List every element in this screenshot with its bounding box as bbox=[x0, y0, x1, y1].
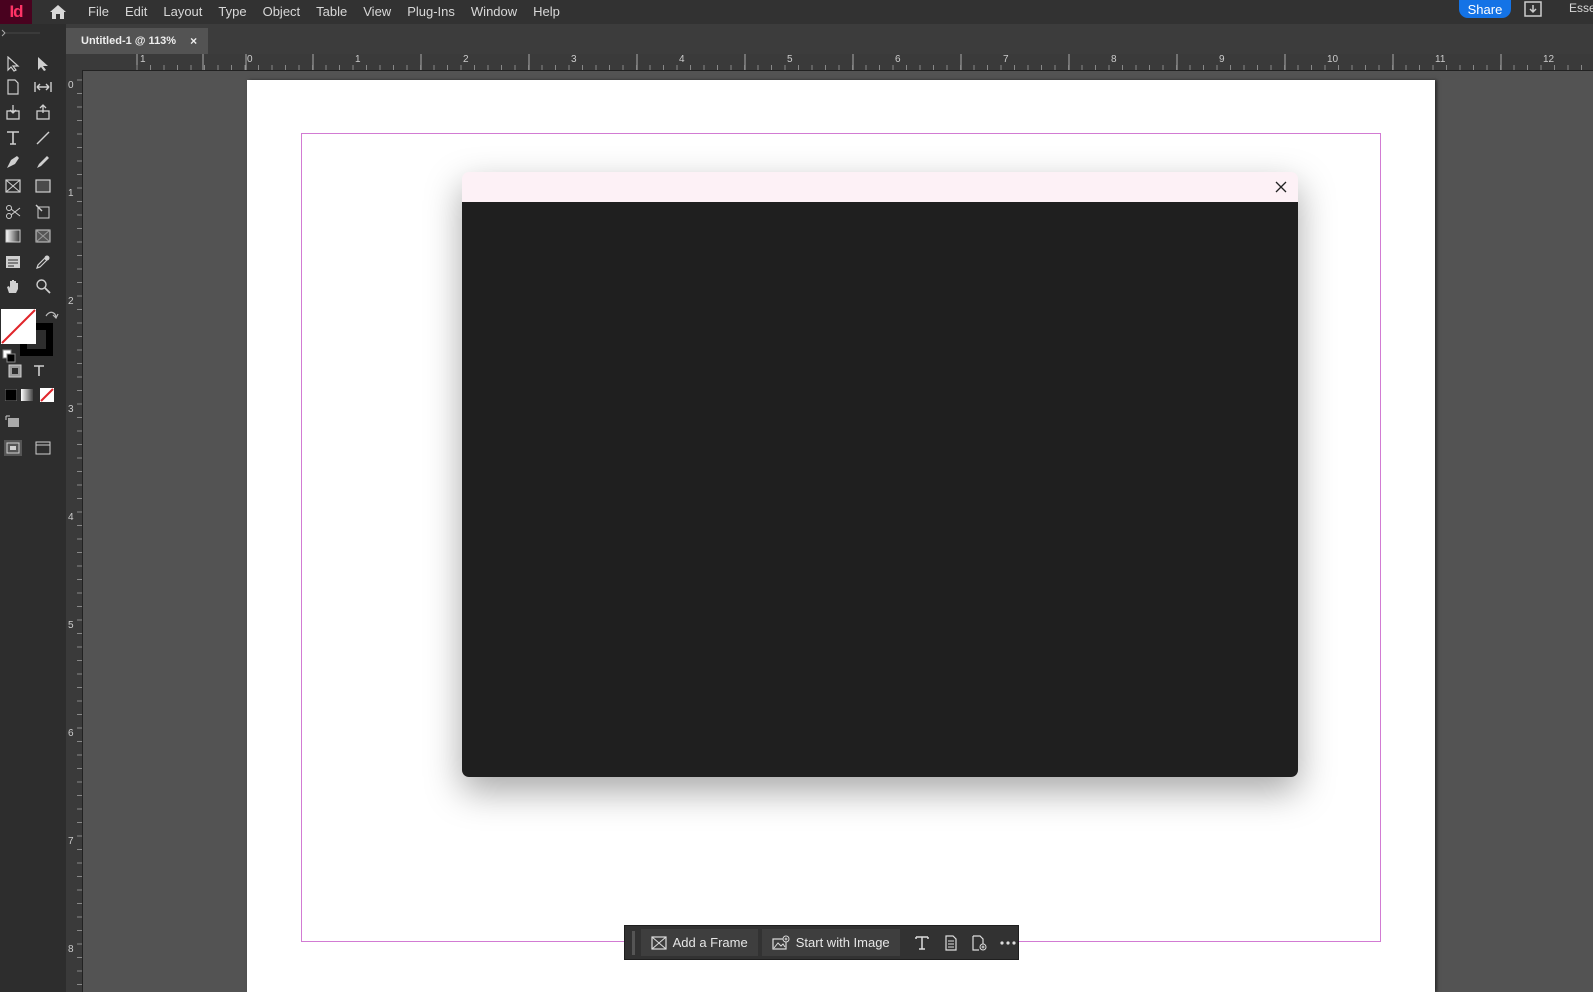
place-icon[interactable] bbox=[969, 929, 990, 956]
apply-none-icon[interactable] bbox=[36, 385, 58, 405]
type-tool-icon[interactable] bbox=[2, 128, 24, 148]
scissors-tool-icon[interactable] bbox=[2, 202, 24, 222]
frame-icon bbox=[650, 935, 667, 950]
zoom-tool-icon[interactable] bbox=[32, 276, 54, 296]
ruler-label: 3 bbox=[571, 54, 577, 65]
close-icon[interactable] bbox=[1272, 178, 1290, 196]
line-tool-icon[interactable] bbox=[32, 128, 54, 148]
ruler-label: 10 bbox=[1327, 54, 1339, 65]
menu-file[interactable]: File bbox=[80, 0, 117, 24]
menu-layout[interactable]: Layout bbox=[155, 0, 210, 24]
vertical-ruler[interactable]: 0 1 2 3 4 5 6 7 8 bbox=[66, 70, 83, 992]
menu-bar: Id File Edit Layout Type Object Table Vi… bbox=[0, 0, 1593, 24]
pen-tool-icon[interactable] bbox=[2, 152, 24, 172]
menu-items: File Edit Layout Type Object Table View … bbox=[80, 0, 568, 24]
ruler-label: 9 bbox=[1219, 54, 1225, 65]
ruler-label: 5 bbox=[787, 54, 793, 65]
content-collector-icon[interactable] bbox=[2, 102, 24, 122]
ruler-label: 8 bbox=[68, 944, 74, 955]
home-icon[interactable] bbox=[40, 0, 76, 24]
ruler-label: 4 bbox=[68, 512, 74, 523]
tools-panel bbox=[0, 24, 66, 992]
ruler-label: 0 bbox=[68, 80, 74, 91]
ruler-label: 2 bbox=[68, 296, 74, 307]
document-tab-bar: Untitled-1 @ 113% × bbox=[66, 24, 1593, 54]
ruler-label: 12 bbox=[1543, 54, 1555, 65]
ruler-label: 2 bbox=[463, 54, 469, 65]
ruler-label: 4 bbox=[679, 54, 685, 65]
note-tool-icon[interactable] bbox=[2, 252, 24, 272]
ruler-label: 1 bbox=[68, 188, 74, 199]
panel-collapse-icon[interactable] bbox=[0, 28, 60, 38]
text-icon[interactable] bbox=[912, 929, 933, 956]
contextual-task-bar: Add a Frame Start with Image bbox=[624, 925, 1019, 960]
image-icon bbox=[772, 935, 790, 950]
formatting-text-icon[interactable] bbox=[28, 361, 50, 381]
menu-object[interactable]: Object bbox=[255, 0, 309, 24]
rectangle-frame-tool-icon[interactable] bbox=[2, 176, 24, 196]
add-frame-label: Add a Frame bbox=[672, 935, 748, 950]
screen-mode-normal-icon[interactable] bbox=[2, 438, 24, 458]
gap-tool-icon[interactable] bbox=[32, 77, 54, 97]
more-icon[interactable] bbox=[997, 929, 1018, 956]
free-transform-tool-icon[interactable] bbox=[32, 202, 54, 222]
app-logo: Id bbox=[0, 0, 32, 24]
rectangle-tool-icon[interactable] bbox=[32, 176, 54, 196]
ruler-label: 7 bbox=[1003, 54, 1009, 65]
start-with-image-label: Start with Image bbox=[795, 935, 890, 950]
fill-stroke-swatch[interactable] bbox=[0, 307, 60, 367]
menu-edit[interactable]: Edit bbox=[117, 0, 155, 24]
selection-tool-icon[interactable] bbox=[2, 54, 24, 74]
apply-gradient-icon[interactable] bbox=[16, 385, 38, 405]
direct-selection-tool-icon[interactable] bbox=[32, 54, 54, 74]
ruler-label: 0 bbox=[247, 54, 253, 65]
content-placer-icon[interactable] bbox=[32, 102, 54, 122]
menu-type[interactable]: Type bbox=[210, 0, 254, 24]
start-with-image-button[interactable]: Start with Image bbox=[761, 929, 900, 956]
screen-mode-preview-icon[interactable] bbox=[32, 438, 54, 458]
menu-window[interactable]: Window bbox=[463, 0, 525, 24]
ruler-label: 3 bbox=[68, 404, 74, 415]
drag-handle[interactable] bbox=[632, 930, 635, 955]
pencil-tool-icon[interactable] bbox=[32, 152, 54, 172]
ruler-label: 1 bbox=[140, 54, 146, 65]
gradient-feather-tool-icon[interactable] bbox=[32, 226, 54, 246]
page-icon[interactable] bbox=[940, 929, 961, 956]
ruler-label: 5 bbox=[68, 620, 74, 631]
workspace-switcher[interactable]: Esse bbox=[1569, 0, 1593, 16]
dialog-content bbox=[462, 202, 1298, 777]
eyedropper-tool-icon[interactable] bbox=[32, 252, 54, 272]
ruler-label: 6 bbox=[895, 54, 901, 65]
close-icon[interactable]: × bbox=[190, 34, 197, 48]
document-tab-title: Untitled-1 @ 113% bbox=[81, 35, 177, 47]
ruler-label: 11 bbox=[1435, 54, 1446, 65]
page-tool-icon[interactable] bbox=[2, 77, 24, 97]
ruler-label: 1 bbox=[355, 54, 361, 65]
gradient-swatch-tool-icon[interactable] bbox=[2, 226, 24, 246]
dialog-window bbox=[462, 172, 1298, 777]
menu-view[interactable]: View bbox=[355, 0, 399, 24]
add-frame-button[interactable]: Add a Frame bbox=[640, 929, 758, 956]
formatting-container-icon[interactable] bbox=[4, 361, 26, 381]
share-button[interactable]: Share bbox=[1459, 0, 1511, 18]
publish-online-icon[interactable] bbox=[1524, 1, 1542, 17]
document-tab[interactable]: Untitled-1 @ 113% × bbox=[66, 28, 208, 54]
ruler-label: 7 bbox=[68, 836, 74, 847]
menu-help[interactable]: Help bbox=[525, 0, 568, 24]
view-mode-icon[interactable] bbox=[2, 412, 24, 432]
ruler-label: 8 bbox=[1111, 54, 1117, 65]
hand-tool-icon[interactable] bbox=[2, 276, 24, 296]
menu-plug-ins[interactable]: Plug-Ins bbox=[399, 0, 463, 24]
horizontal-ruler[interactable]: 1 0 1 2 3 4 5 6 7 8 9 10 11 12 bbox=[66, 54, 1593, 71]
ruler-label: 6 bbox=[68, 728, 74, 739]
menu-table[interactable]: Table bbox=[308, 0, 355, 24]
